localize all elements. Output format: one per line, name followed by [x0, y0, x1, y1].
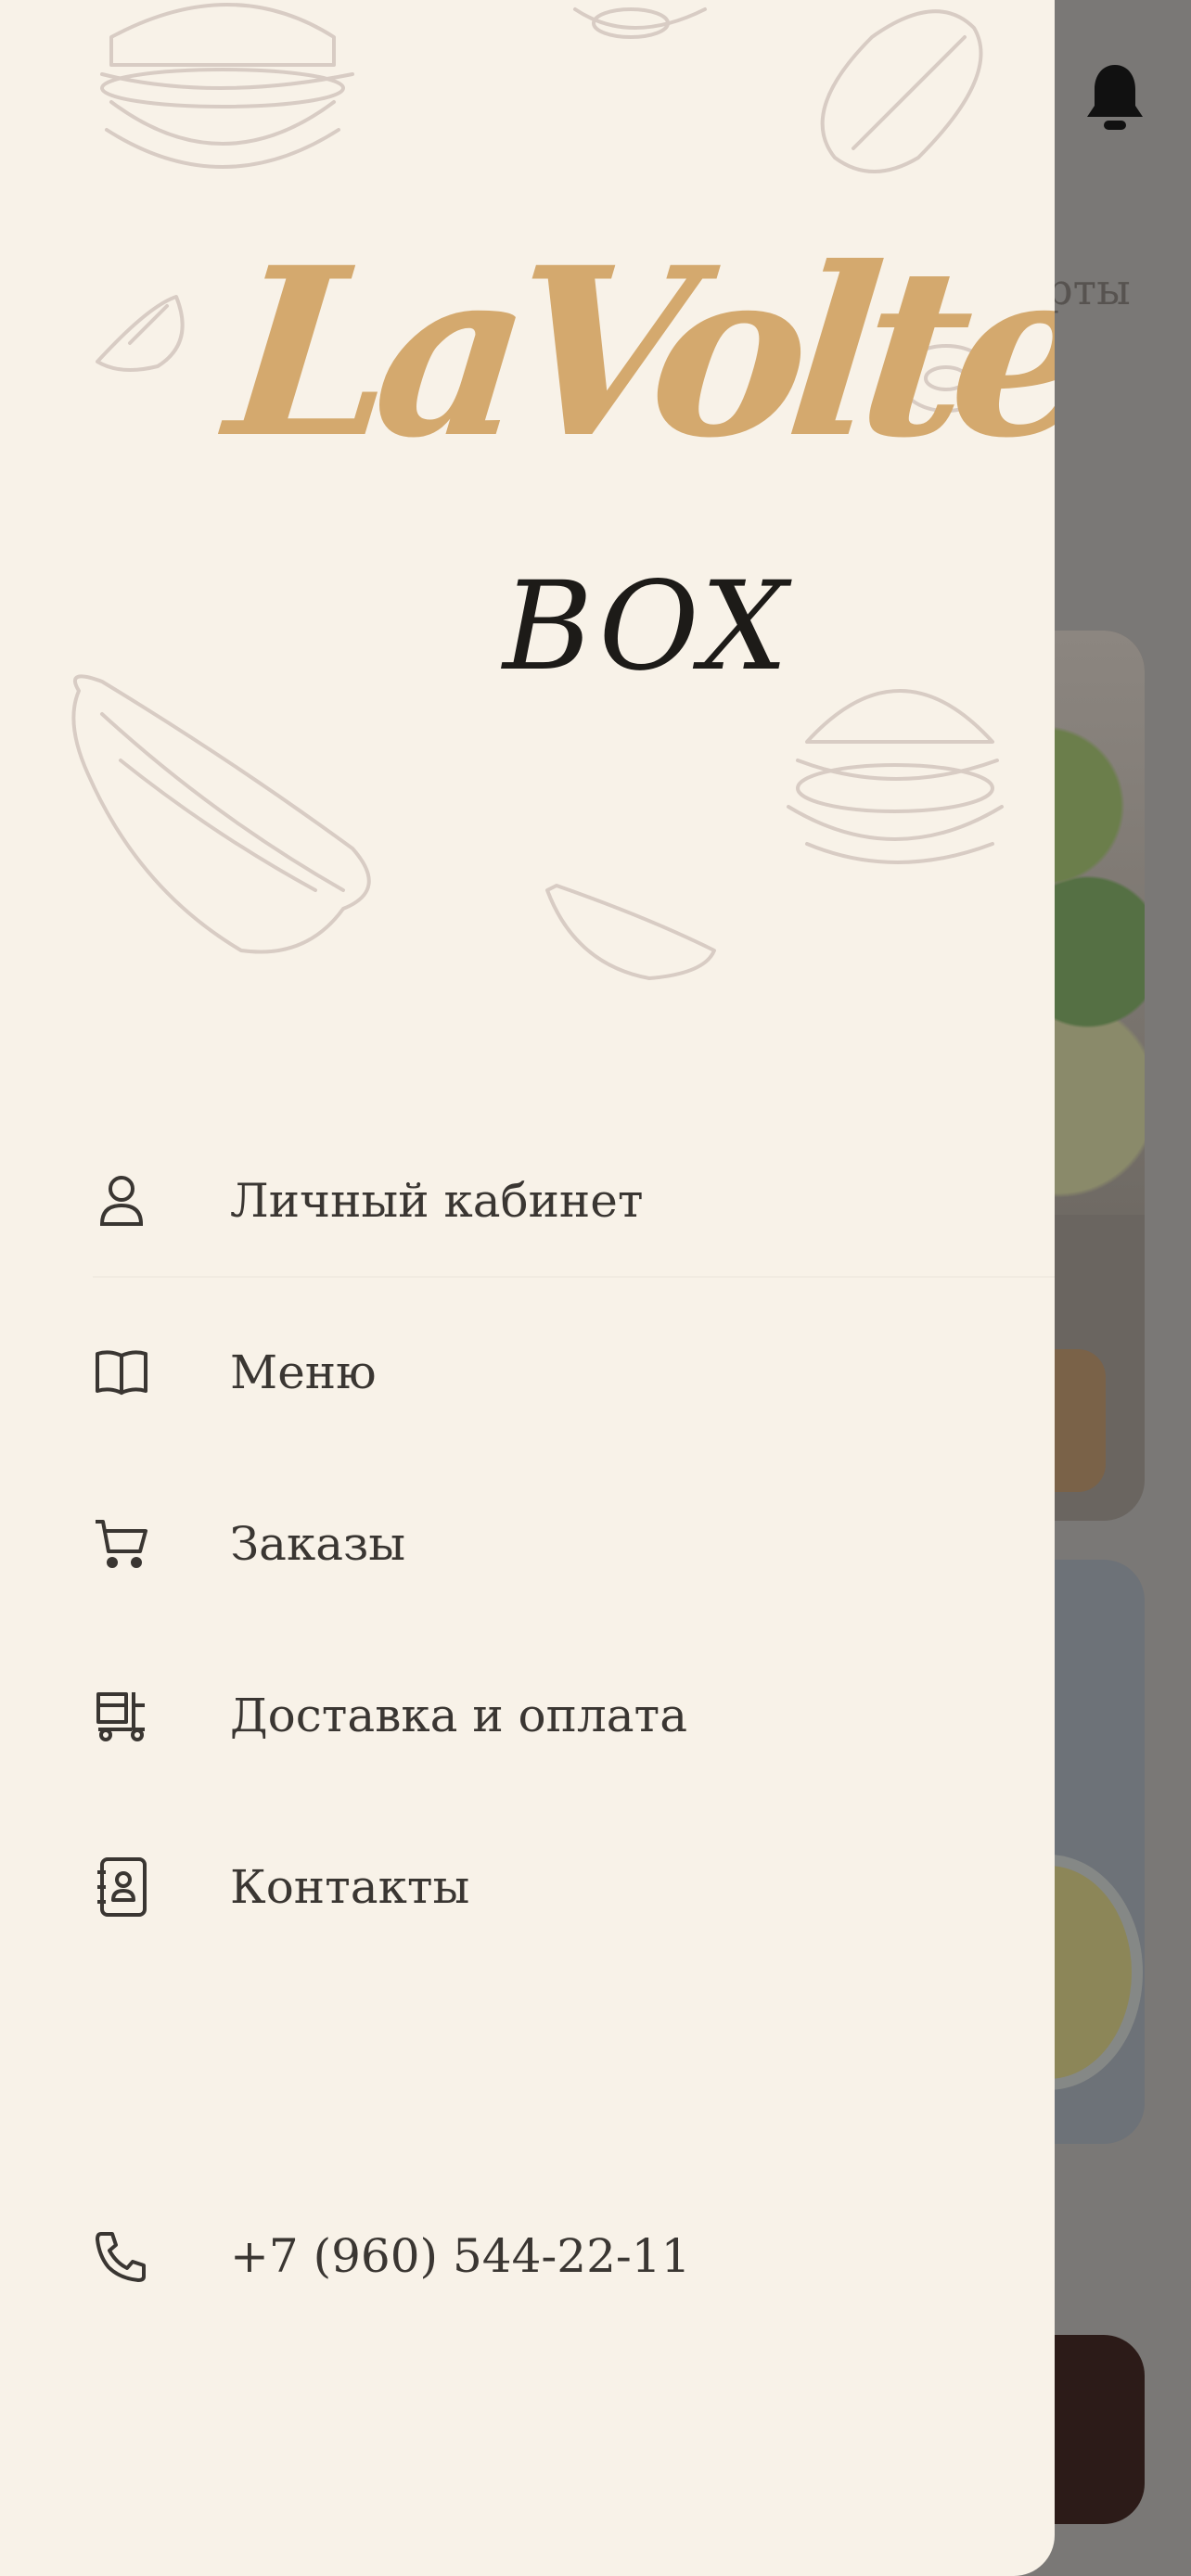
menu-item-contacts[interactable]: Контакты	[93, 1836, 1020, 1938]
book-icon	[93, 1344, 150, 1401]
divider	[93, 1276, 1055, 1278]
menu-item-delivery[interactable]: Доставка и оплата	[93, 1664, 1020, 1766]
menu-item-account[interactable]: Личный кабинет	[93, 1150, 1020, 1252]
menu-item-label: Меню	[230, 1345, 377, 1399]
menu-item-menu[interactable]: Меню	[93, 1321, 1020, 1423]
menu-item-label: Заказы	[230, 1517, 406, 1571]
phone-icon	[93, 2227, 150, 2285]
lavolte-box-logo: LaVolte BOX	[218, 216, 1055, 688]
phone-link[interactable]: +7 (960) 544-22-11	[93, 2205, 1020, 2307]
delivery-icon	[93, 1687, 150, 1744]
menu-item-label: Контакты	[230, 1860, 470, 1914]
menu-item-label: Доставка и оплата	[230, 1689, 688, 1742]
phone-number: +7 (960) 544-22-11	[230, 2229, 691, 2283]
menu-item-orders[interactable]: Заказы	[93, 1493, 1020, 1595]
user-icon	[93, 1172, 150, 1230]
food-doodles-illustration	[71, 3, 1004, 980]
menu-item-label: Личный кабинет	[230, 1174, 644, 1228]
navigation-drawer: LaVolte BOX Личный кабинет Меню Заказы Д…	[0, 0, 1055, 2576]
contacts-icon	[93, 1857, 150, 1917]
cart-icon	[93, 1515, 150, 1573]
logo-sub-text: BOX	[503, 555, 792, 698]
logo-main-text: LaVolte	[217, 216, 1055, 489]
notification-bell-icon[interactable]	[1083, 61, 1146, 135]
